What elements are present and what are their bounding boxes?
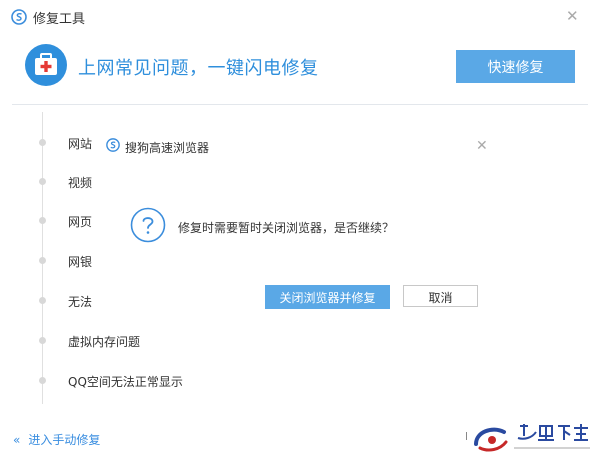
dialog-message: 修复时需要暂时关闭浏览器，是否继续？ xyxy=(178,221,395,235)
timeline-dot xyxy=(39,257,46,264)
medical-kit-icon xyxy=(25,44,67,86)
list-item-unable: 无法 xyxy=(68,295,93,309)
cancel-button[interactable]: 取消 xyxy=(403,285,478,307)
close-icon[interactable]: ✕ xyxy=(566,8,579,24)
header-divider xyxy=(12,104,588,105)
manual-repair-link[interactable]: « 进入手动修复 xyxy=(13,431,100,448)
list-item-website: 网站 xyxy=(68,137,93,151)
timeline-dot xyxy=(39,139,46,146)
title-bar: 修复工具 ✕ xyxy=(0,0,600,34)
timeline-dot xyxy=(39,217,46,224)
quick-repair-button[interactable]: 快速修复 xyxy=(456,50,575,83)
window-title: 修复工具 xyxy=(33,12,86,27)
dialog-title: 搜狗高速浏览器 xyxy=(125,141,210,155)
timeline-dot xyxy=(39,178,46,185)
watermark-logo xyxy=(474,424,590,452)
manual-repair-label: 进入手动修复 xyxy=(28,433,101,447)
dialog-close-icon[interactable]: ✕ xyxy=(476,138,488,154)
list-item-online-banking: 网银 xyxy=(68,255,93,269)
timeline-dot xyxy=(39,377,46,384)
double-chevron-left-icon: « xyxy=(13,433,21,447)
list-item-virtual-memory: 虚拟内存问题 xyxy=(68,335,141,349)
divider xyxy=(466,432,467,440)
timeline-dot xyxy=(39,337,46,344)
headline: 上网常见问题，一键闪电修复 xyxy=(78,58,319,79)
list-item-video: 视频 xyxy=(68,176,93,190)
list-item-webpage: 网页 xyxy=(68,215,93,229)
sogou-browser-icon xyxy=(106,138,120,152)
timeline-dot xyxy=(39,297,46,304)
list-item-qzone: QQ空间无法正常显示 xyxy=(68,375,183,389)
sogou-logo-icon xyxy=(11,9,27,25)
question-icon xyxy=(130,207,166,243)
close-browser-and-repair-button[interactable]: 关闭浏览器并修复 xyxy=(265,285,390,309)
